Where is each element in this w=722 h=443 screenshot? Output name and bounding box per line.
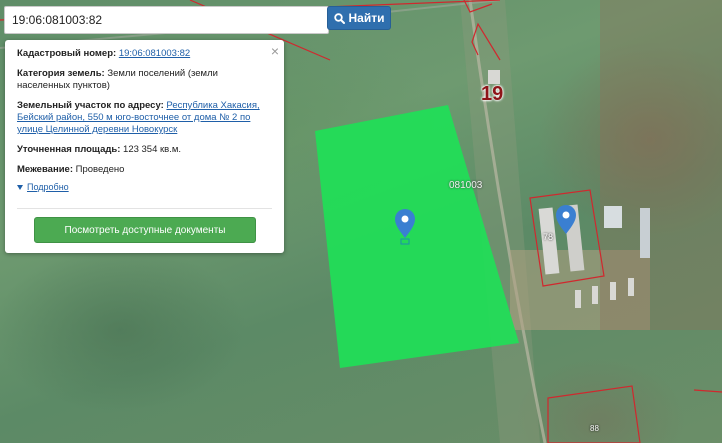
land-category-label: Категория земель:: [17, 68, 105, 79]
view-documents-button[interactable]: Посмотреть доступные документы: [34, 217, 256, 243]
survey-label: Межевание:: [17, 164, 73, 175]
search-button-label: Найти: [348, 11, 385, 25]
survey-row: Межевание: Проведено: [17, 164, 272, 176]
details-toggle-label: Подробно: [27, 182, 69, 192]
close-icon[interactable]: ×: [271, 44, 279, 58]
cadastral-quarter-label: 081003: [449, 180, 483, 191]
cadastral-number-link[interactable]: 19:06:081003:82: [119, 48, 190, 59]
details-toggle[interactable]: Подробно: [17, 182, 272, 192]
area-row: Уточненная площадь: 123 354 кв.м.: [17, 144, 272, 156]
search-icon: [333, 12, 345, 24]
survey-value: Проведено: [75, 164, 125, 175]
address-row: Земельный участок по адресу: Республика …: [17, 100, 272, 136]
cadastral-number-label: Кадастровый номер:: [17, 48, 117, 59]
cadastral-quarter-number: 19: [481, 83, 504, 105]
parcel-info-popup: × Кадастровый номер: 19:06:081003:82 Кат…: [5, 40, 284, 253]
land-category-row: Категория земель: Земли поселений (земли…: [17, 68, 272, 92]
search-button[interactable]: Найти: [327, 6, 391, 30]
view-documents-label: Посмотреть доступные документы: [64, 224, 226, 236]
cadastral-number-row: Кадастровый номер: 19:06:081003:82: [17, 48, 272, 60]
popup-divider: [17, 208, 272, 209]
area-label: Уточненная площадь:: [17, 144, 121, 155]
address-label: Земельный участок по адресу:: [17, 100, 164, 111]
plot-number-label: 78: [543, 232, 554, 242]
plot-number-label: 88: [590, 424, 599, 433]
triangle-down-icon: [17, 184, 23, 190]
ploughed-field: [600, 0, 722, 330]
area-value: 123 354 кв.м.: [123, 144, 182, 155]
search-input[interactable]: [4, 6, 329, 34]
